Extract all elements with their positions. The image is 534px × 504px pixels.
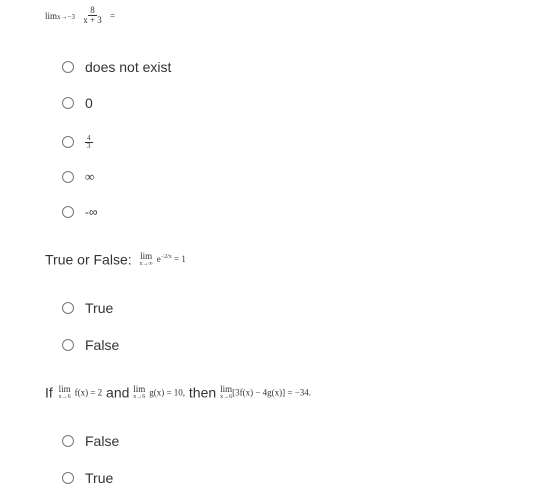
if-word: If: [45, 384, 53, 401]
question-2-prompt: True or False: lim x→∞ e−2/x = 1: [45, 250, 186, 267]
q3-option-false[interactable]: False: [62, 431, 119, 451]
option-label: False: [85, 337, 120, 353]
g-expression: g(x) = 10,: [149, 387, 186, 398]
limit-subscript: x→−3: [57, 12, 75, 21]
option-label: False: [85, 433, 120, 449]
q1-option-0[interactable]: 0: [62, 93, 93, 113]
fraction: 8 x + 3: [83, 6, 102, 25]
limit-subscript: x→6: [220, 393, 233, 400]
fraction-denominator: 3: [87, 141, 91, 150]
limit: lim x→6: [220, 383, 233, 400]
then-word: then: [188, 384, 217, 401]
q2-option-false[interactable]: False: [62, 335, 119, 355]
radio-button[interactable]: [62, 171, 74, 183]
option-label: ∞: [85, 169, 95, 184]
limit-word: lim: [58, 383, 71, 394]
fraction-denominator: x + 3: [83, 15, 102, 25]
q1-option-does-not-exist[interactable]: does not exist: [62, 57, 171, 77]
limit-word: lim: [220, 383, 233, 394]
option-label: -∞: [85, 205, 98, 219]
radio-button[interactable]: [62, 136, 74, 148]
q3-option-true[interactable]: True: [62, 468, 113, 488]
option-fraction: 4 3: [85, 134, 93, 150]
radio-button[interactable]: [62, 61, 74, 73]
limit-word: lim: [45, 10, 58, 21]
q1-option-four-thirds[interactable]: 4 3: [62, 132, 93, 152]
limit: lim x→6: [58, 383, 71, 400]
limit-subscript: x→6: [133, 393, 146, 400]
radio-button[interactable]: [62, 97, 74, 109]
q2-option-true[interactable]: True: [62, 298, 113, 318]
option-label: True: [85, 470, 114, 486]
limit: lim x→6: [133, 383, 146, 400]
question-1-prompt: limx→−3 8 x + 3 =: [45, 6, 115, 25]
q1-option-negative-infinity[interactable]: -∞: [62, 202, 98, 222]
limit-subscript: x→6: [58, 393, 71, 400]
limit-word: lim: [140, 250, 153, 261]
expression: e−2/x = 1: [157, 254, 186, 264]
option-label: True: [85, 300, 114, 316]
limit-word: lim: [133, 383, 146, 394]
radio-button[interactable]: [62, 206, 74, 218]
limit: lim x→∞: [139, 250, 153, 267]
right-hand-side: = 1: [174, 254, 186, 265]
exponent: −2/x: [160, 254, 172, 261]
q1-option-infinity[interactable]: ∞: [62, 167, 94, 187]
f-expression: f(x) = 2: [74, 387, 103, 398]
option-label: does not exist: [85, 59, 172, 75]
equals-sign: =: [110, 10, 116, 21]
radio-button[interactable]: [62, 339, 74, 351]
combined-expression: [3f(x) − 4g(x)] = −34.: [232, 387, 312, 398]
question-lead: True or False:: [45, 251, 132, 268]
option-label: 0: [85, 95, 93, 111]
radio-button[interactable]: [62, 302, 74, 314]
limit-subscript: x→∞: [139, 260, 153, 267]
and-word: and: [106, 384, 130, 401]
radio-button[interactable]: [62, 435, 74, 447]
question-3-prompt: If lim x→6 f(x) = 2 and lim x→6 g(x) = 1…: [45, 383, 311, 400]
radio-button[interactable]: [62, 472, 74, 484]
